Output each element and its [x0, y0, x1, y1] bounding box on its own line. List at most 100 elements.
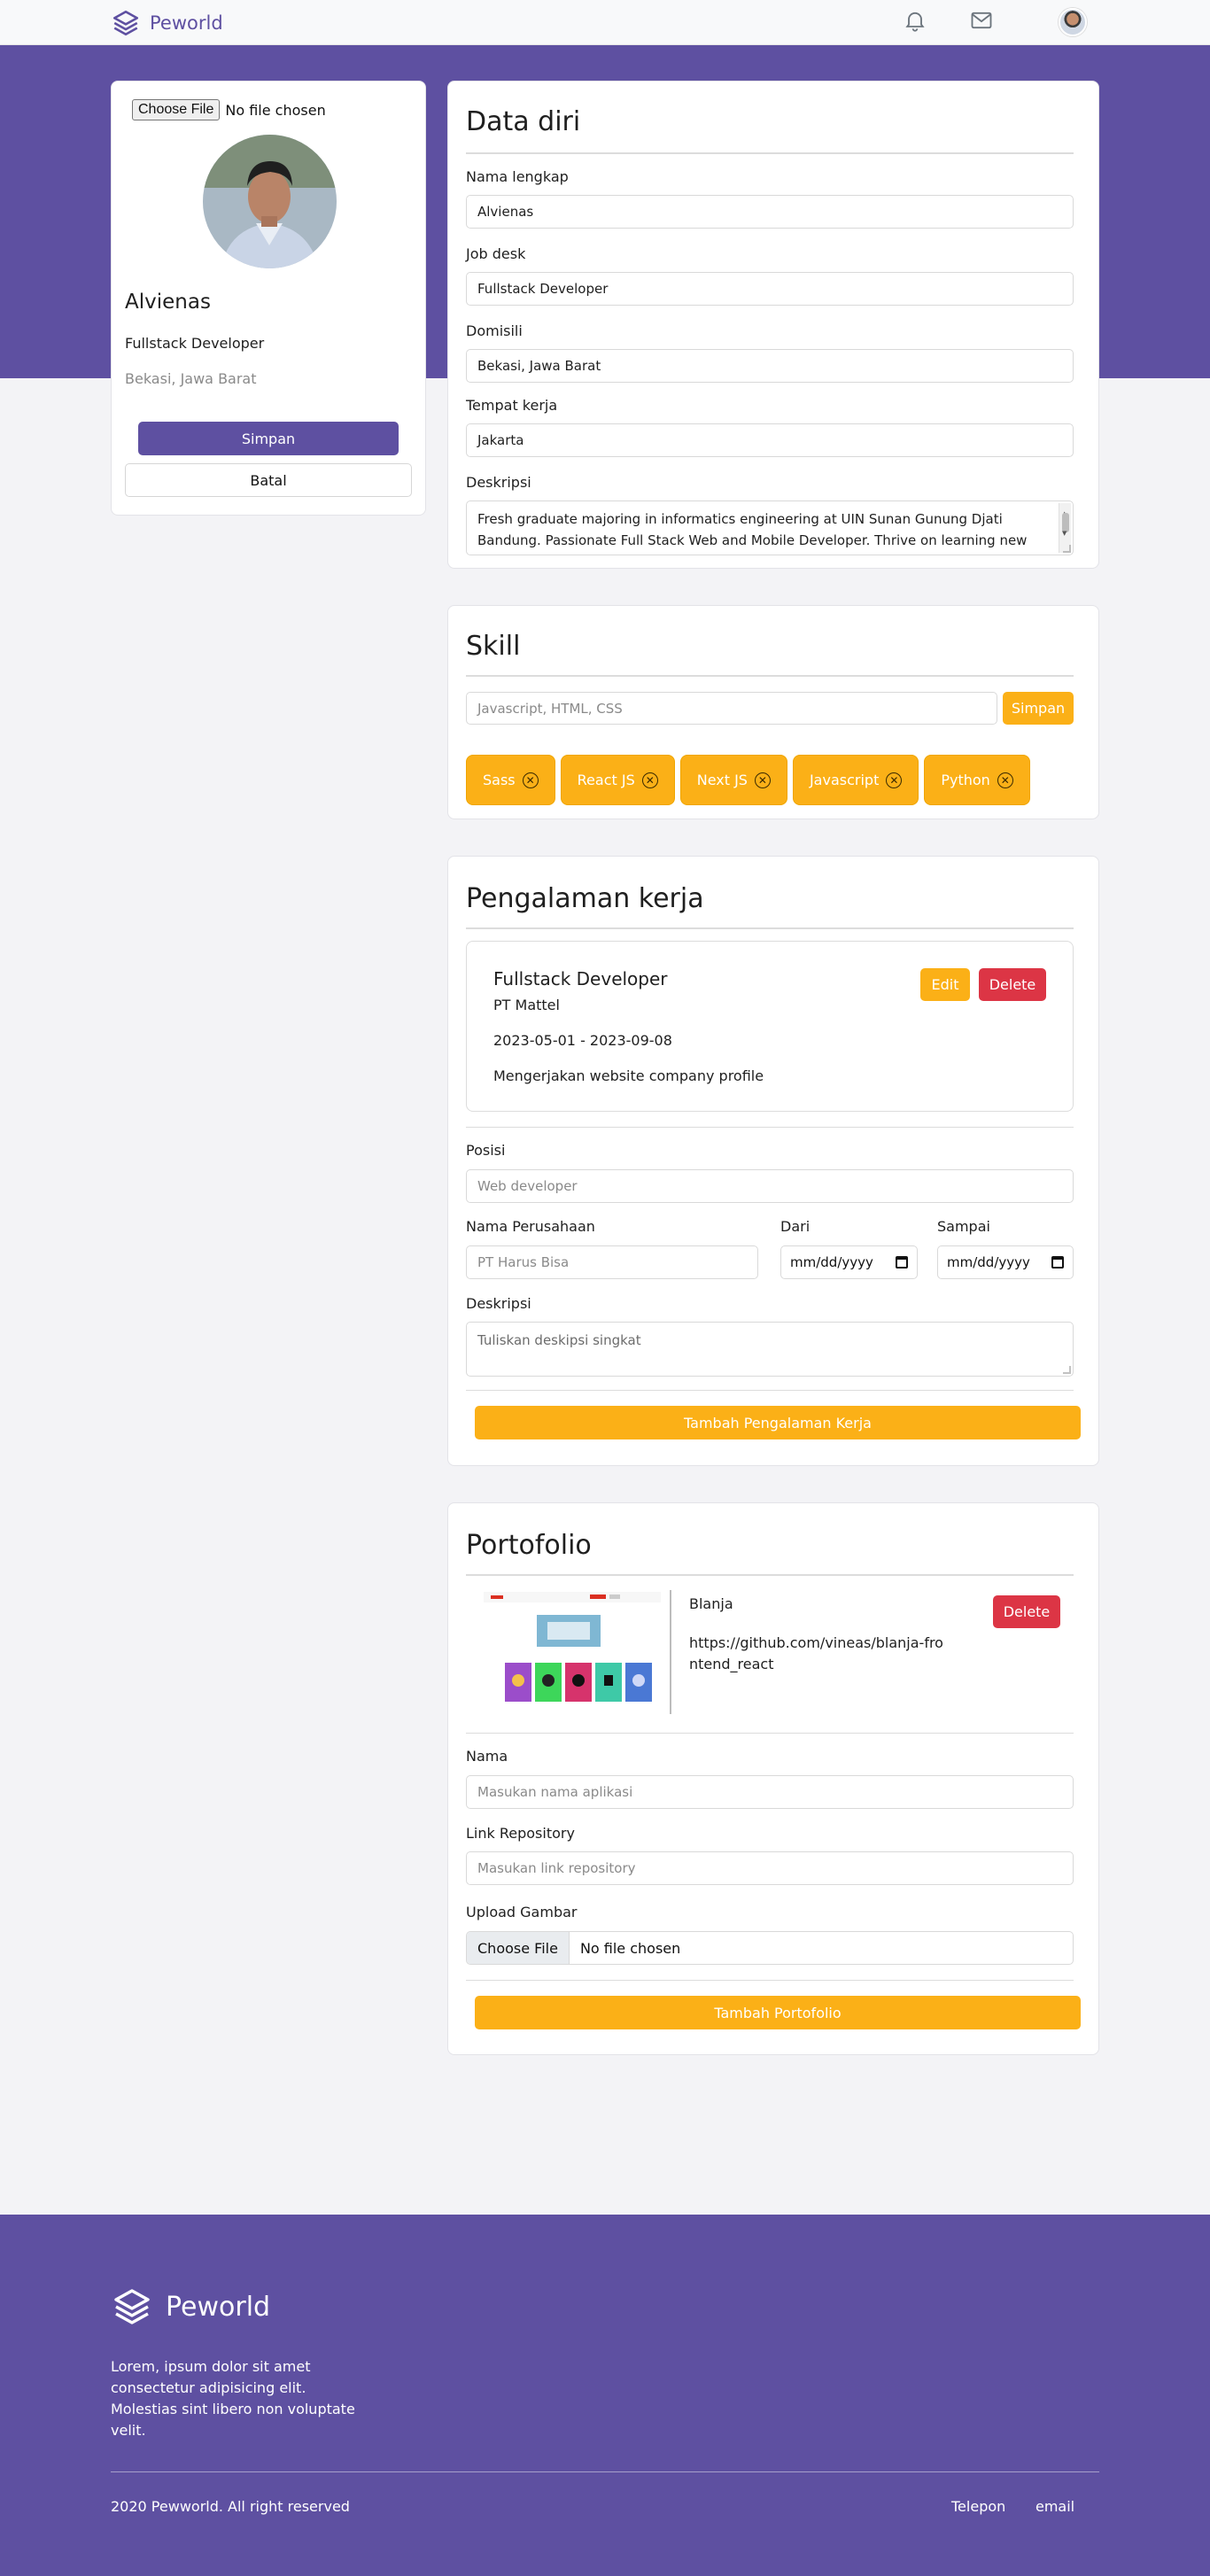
bell-icon[interactable]: [903, 8, 927, 33]
data-diri-card: Data diri Nama lengkap Alvienas Job desk…: [447, 81, 1099, 569]
edit-experience-button[interactable]: Edit: [920, 968, 970, 1001]
full-name-label: Nama lengkap: [466, 168, 569, 185]
save-profile-button[interactable]: Simpan: [138, 422, 399, 455]
mail-icon[interactable]: [969, 8, 994, 33]
skill-chip: Next JS ✕: [679, 755, 787, 805]
to-date-placeholder: mm/dd/yyyy: [947, 1254, 1030, 1270]
brand-logo[interactable]: Peworld: [111, 8, 223, 38]
experience-description-label: Deskripsi: [466, 1295, 531, 1312]
delete-portfolio-button[interactable]: Delete: [993, 1595, 1060, 1628]
choose-file-button[interactable]: Choose File: [467, 1932, 570, 1964]
cancel-button[interactable]: Batal: [125, 463, 412, 497]
experience-company: PT Mattel: [493, 997, 560, 1013]
domicile-input[interactable]: Bekasi, Jawa Barat: [466, 349, 1074, 383]
position-label: Posisi: [466, 1142, 506, 1159]
skill-title: Skill: [466, 631, 521, 662]
description-text: Fresh graduate majoring in informatics e…: [477, 511, 1045, 555]
profile-photo-illustration: [203, 135, 337, 268]
divider: [466, 1390, 1074, 1391]
layers-logo-icon: [114, 2289, 150, 2324]
from-date-placeholder: mm/dd/yyyy: [790, 1254, 873, 1270]
skill-input[interactable]: Javascript, HTML, CSS: [466, 692, 997, 725]
portfolio-thumbnail-illustration: [484, 1592, 661, 1714]
divider: [466, 1980, 1074, 1981]
resize-handle-icon[interactable]: [1063, 1366, 1071, 1374]
to-date-label: Sampai: [937, 1218, 990, 1235]
job-desk-input[interactable]: Fullstack Developer: [466, 272, 1074, 306]
footer-link-email[interactable]: email: [1035, 2498, 1074, 2515]
description-label: Deskripsi: [466, 474, 531, 491]
calendar-icon[interactable]: [1051, 1256, 1064, 1269]
choose-file-button[interactable]: Choose File: [132, 99, 221, 120]
profile-name: Alvienas: [125, 291, 211, 314]
divider: [466, 675, 1074, 677]
footer-link-telepon[interactable]: Telepon: [951, 2498, 1005, 2515]
divider: [466, 1574, 1074, 1576]
add-experience-button[interactable]: Tambah Pengalaman Kerja: [475, 1406, 1081, 1439]
brand-name: Peworld: [150, 12, 223, 34]
resize-handle-icon[interactable]: [1063, 545, 1071, 553]
divider: [466, 927, 1074, 929]
workplace-input[interactable]: Jakarta: [466, 423, 1074, 457]
upload-image-label: Upload Gambar: [466, 1904, 578, 1920]
workplace-label: Tempat kerja: [466, 397, 558, 414]
remove-icon[interactable]: ✕: [997, 772, 1013, 788]
profile-job: Fullstack Developer: [125, 335, 265, 352]
full-name-input[interactable]: Alvienas: [466, 195, 1074, 229]
portfolio-screenshot: [484, 1592, 661, 1714]
file-status: No file chosen: [225, 101, 326, 119]
upload-image-input[interactable]: Choose File No file chosen: [466, 1931, 1074, 1965]
profile-location: Bekasi, Jawa Barat: [125, 370, 257, 387]
skill-chip: Python ✕: [924, 755, 1030, 805]
portfolio-name: Blanja: [689, 1595, 733, 1612]
data-diri-title: Data diri: [466, 106, 581, 137]
position-input[interactable]: Web developer: [466, 1169, 1074, 1203]
company-label: Nama Perusahaan: [466, 1218, 595, 1235]
job-desk-label: Job desk: [466, 245, 526, 262]
skill-list: Sass ✕ React JS ✕ Next JS ✕ Javascript ✕ Pyt…: [466, 755, 1030, 805]
experience-period: 2023-05-01 - 2023-09-08: [493, 1032, 672, 1049]
portfolio-divider: [670, 1590, 671, 1714]
divider: [466, 152, 1074, 154]
experience-description: Mengerjakan website company profile: [493, 1067, 764, 1084]
footer-brand[interactable]: Peworld: [111, 2285, 270, 2328]
footer-brand-name: Peworld: [166, 2291, 271, 2323]
user-avatar[interactable]: [1059, 8, 1087, 36]
profile-card: Choose File No file chosen Alvienas Full…: [111, 81, 426, 516]
portfolio-card: Portofolio Blanja https://github.com/vin…: [447, 1502, 1099, 2055]
add-portfolio-button[interactable]: Tambah Portofolio: [475, 1996, 1081, 2029]
calendar-icon[interactable]: [896, 1256, 908, 1269]
divider: [466, 1127, 1074, 1128]
app-name-label: Nama: [466, 1748, 508, 1765]
skill-chip-label: Python: [941, 772, 990, 788]
remove-icon[interactable]: ✕: [754, 772, 771, 788]
from-date-label: Dari: [780, 1218, 811, 1235]
avatar-file-input[interactable]: Choose File No file chosen: [132, 99, 326, 120]
experience-item: Fullstack Developer PT Mattel 2023-05-01…: [466, 941, 1074, 1112]
app-name-input[interactable]: Masukan nama aplikasi: [466, 1775, 1074, 1809]
portfolio-link[interactable]: https://github.com/vineas/blanja-fronten…: [689, 1633, 946, 1675]
portfolio-title: Portofolio: [466, 1530, 592, 1561]
to-date-input[interactable]: mm/dd/yyyy: [937, 1245, 1074, 1279]
save-skill-button[interactable]: Simpan: [1003, 692, 1074, 725]
experience-description-textarea[interactable]: Tuliskan deskipsi singkat: [466, 1322, 1074, 1377]
delete-experience-button[interactable]: Delete: [979, 968, 1046, 1001]
footer-description: Lorem, ipsum dolor sit amet consectetur …: [111, 2358, 355, 2439]
experience-card: Pengalaman kerja Fullstack Developer PT …: [447, 856, 1099, 1466]
skill-chip-label: Javascript: [809, 772, 880, 788]
skill-chip-label: Sass: [483, 772, 516, 788]
file-status: No file chosen: [579, 1939, 681, 1957]
experience-position: Fullstack Developer: [493, 968, 668, 989]
description-textarea[interactable]: Fresh graduate majoring in informatics e…: [466, 500, 1074, 555]
skill-chip-label: React JS: [577, 772, 635, 788]
remove-icon[interactable]: ✕: [886, 772, 903, 788]
repo-link-input[interactable]: Masukan link repository: [466, 1851, 1074, 1885]
remove-icon[interactable]: ✕: [641, 772, 658, 788]
company-input[interactable]: PT Harus Bisa: [466, 1245, 758, 1279]
experience-title: Pengalaman kerja: [466, 883, 704, 914]
from-date-input[interactable]: mm/dd/yyyy: [780, 1245, 918, 1279]
remove-icon[interactable]: ✕: [522, 772, 539, 788]
skill-chip-label: Next JS: [696, 772, 748, 788]
navbar: Peworld: [0, 0, 1210, 45]
skill-chip: Javascript ✕: [792, 755, 919, 805]
